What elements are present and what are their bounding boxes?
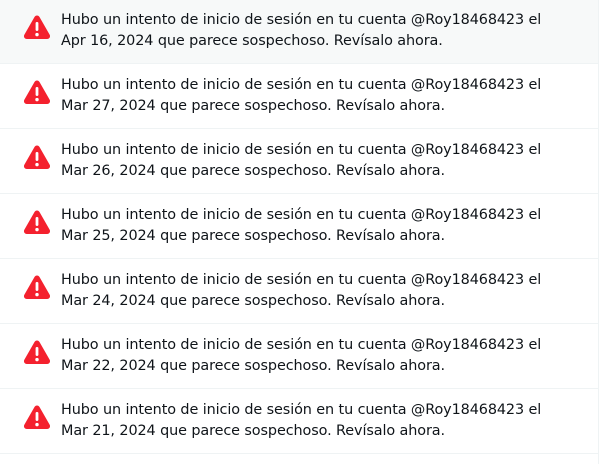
notification-message: Hubo un intento de inicio de sesión en t…: [61, 12, 542, 49]
warning-icon: [23, 404, 51, 430]
notification-list: Hubo un intento de inicio de sesión en t…: [0, 0, 598, 464]
notification-item[interactable]: Hubo un intento de inicio de sesión en t…: [0, 0, 598, 64]
notification-message: Hubo un intento de inicio de sesión en t…: [61, 142, 542, 179]
notification-item[interactable]: Hubo un intento de inicio de sesión en t…: [0, 260, 598, 324]
warning-icon: [23, 209, 51, 235]
warning-icon: [23, 144, 51, 170]
notification-message: Hubo un intento de inicio de sesión en t…: [61, 77, 542, 114]
notification-message: Hubo un intento de inicio de sesión en t…: [61, 337, 542, 374]
warning-icon: [23, 14, 51, 40]
notification-message: Hubo un intento de inicio de sesión en t…: [61, 402, 542, 439]
column-divider: [598, 0, 599, 464]
notification-item[interactable]: Hubo un intento de inicio de sesión en t…: [0, 65, 598, 129]
warning-icon: [23, 339, 51, 365]
notification-item[interactable]: Hubo un intento de inicio de sesión en t…: [0, 130, 598, 194]
notification-message: Hubo un intento de inicio de sesión en t…: [61, 272, 542, 309]
warning-icon: [23, 274, 51, 300]
warning-icon: [23, 79, 51, 105]
notification-item[interactable]: Hubo un intento de inicio de sesión en t…: [0, 325, 598, 389]
notification-message: Hubo un intento de inicio de sesión en t…: [61, 207, 542, 244]
notification-item[interactable]: Hubo un intento de inicio de sesión en t…: [0, 390, 598, 454]
notification-item[interactable]: Hubo un intento de inicio de sesión en t…: [0, 195, 598, 259]
